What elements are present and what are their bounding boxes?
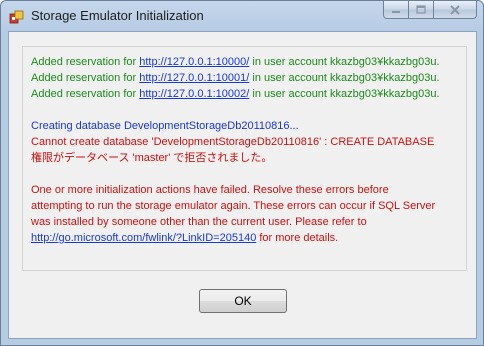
reservation-prefix: Added reservation for (31, 88, 140, 100)
reservation-prefix: Added reservation for (31, 56, 140, 68)
failure-line: One or more initialization actions have … (31, 184, 389, 196)
creating-database-line: Creating database DevelopmentStorageDb20… (31, 120, 299, 132)
error-line: Cannot create database 'DevelopmentStora… (31, 136, 435, 148)
reservation-url-link[interactable]: http://127.0.0.1:10002/ (139, 88, 249, 100)
help-line: http://go.microsoft.com/fwlink/?LinkID=2… (31, 230, 461, 246)
failure-line: attempting to run the storage emulator a… (31, 200, 436, 212)
ok-button[interactable]: OK (199, 289, 287, 313)
minimize-icon (392, 10, 400, 13)
close-icon (450, 4, 460, 15)
help-suffix: for more details. (256, 232, 339, 244)
output-log-content: Added reservation for http://127.0.0.1:1… (31, 54, 461, 246)
app-icon[interactable] (9, 9, 25, 25)
dialog-client-area: Added reservation for http://127.0.0.1:1… (8, 31, 477, 339)
output-log: Added reservation for http://127.0.0.1:1… (22, 46, 467, 271)
dialog-window: Storage Emulator Initialization Added re… (0, 0, 484, 346)
reservation-suffix: in user account kkazbg03¥kkazbg03u. (249, 72, 440, 84)
reservation-prefix: Added reservation for (31, 72, 140, 84)
reservation-url-link[interactable]: http://127.0.0.1:10000/ (139, 56, 249, 68)
reservation-line: Added reservation for http://127.0.0.1:1… (31, 70, 461, 86)
reservation-line: Added reservation for http://127.0.0.1:1… (31, 54, 461, 70)
failure-line: was installed by someone other than the … (31, 216, 367, 228)
minimize-button[interactable] (383, 1, 409, 19)
maximize-icon (416, 5, 426, 14)
reservation-suffix: in user account kkazbg03¥kkazbg03u. (249, 88, 440, 100)
close-button[interactable] (434, 1, 477, 19)
title-bar[interactable]: Storage Emulator Initialization (1, 1, 483, 31)
error-line: 権限がデータベース 'master' で拒否されました。 (31, 152, 273, 164)
maximize-button[interactable] (409, 1, 434, 19)
reservation-suffix: in user account kkazbg03¥kkazbg03u. (249, 56, 440, 68)
reservation-line: Added reservation for http://127.0.0.1:1… (31, 86, 461, 102)
help-link[interactable]: http://go.microsoft.com/fwlink/?LinkID=2… (31, 232, 256, 244)
window-title: Storage Emulator Initialization (31, 8, 204, 23)
reservation-url-link[interactable]: http://127.0.0.1:10001/ (139, 72, 249, 84)
caption-buttons (383, 1, 477, 21)
